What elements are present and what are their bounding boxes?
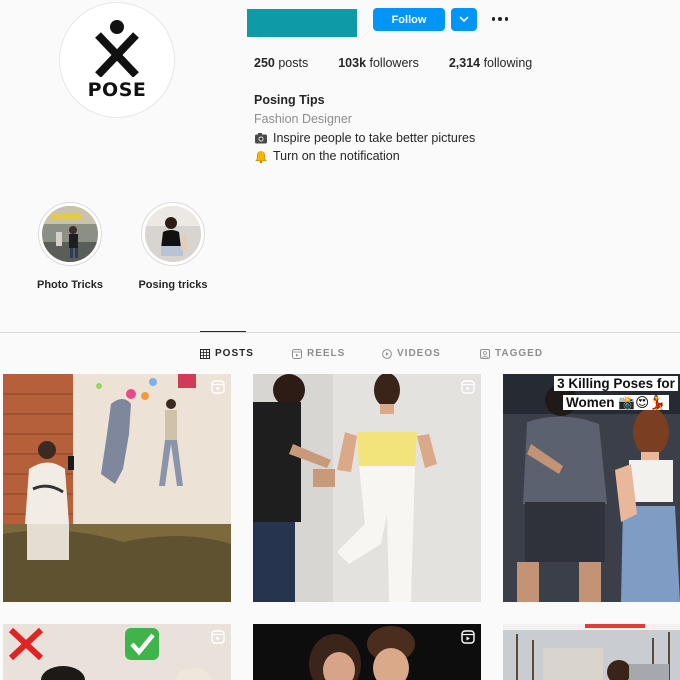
following-count-value: 2,314 — [448, 56, 481, 70]
avatar-logo-text: POSE — [87, 79, 147, 101]
post-image — [503, 624, 680, 680]
posts-count-label: posts — [274, 56, 309, 70]
highlight-label: Photo Tricks — [36, 279, 104, 291]
tab-label: POSTS — [215, 348, 254, 359]
grid-icon — [200, 348, 210, 359]
tab-label: VIDEOS — [397, 348, 441, 359]
profile-stats: 250 posts 103k followers 2,314 following — [254, 56, 562, 70]
post-image — [253, 624, 481, 680]
post-tile[interactable] — [3, 624, 231, 680]
more-options-button[interactable] — [488, 9, 512, 29]
bio-line: Inspire people to take better pictures — [254, 129, 475, 148]
post-tile[interactable] — [253, 624, 481, 680]
highlight-ring — [141, 202, 205, 266]
suggested-dropdown-button[interactable] — [451, 8, 477, 31]
bio-line-text: Inspire people to take better pictures — [273, 130, 476, 145]
post-image — [3, 624, 231, 680]
post-tile[interactable] — [503, 624, 680, 680]
bio-line: Turn on the notification — [254, 147, 475, 166]
play-icon — [382, 348, 392, 359]
chevron-down-icon — [459, 16, 469, 23]
reel-icon — [211, 380, 225, 394]
tab-tagged[interactable]: TAGGED — [480, 348, 543, 359]
highlight-ring — [38, 202, 102, 266]
highlight-photo-tricks[interactable]: Photo Tricks — [37, 202, 103, 291]
tab-posts[interactable]: POSTS — [200, 348, 254, 359]
bio-line-text: Turn on the notification — [273, 149, 400, 164]
tab-label: TAGGED — [495, 348, 544, 359]
profile-bio: Posing Tips Fashion Designer Inspire peo… — [254, 91, 475, 166]
profile-tabs: POSTS REELS VIDEOS TAGGED — [0, 348, 680, 362]
more-dot — [504, 17, 509, 21]
reel-icon — [211, 630, 225, 644]
tab-videos[interactable]: VIDEOS — [382, 348, 441, 359]
profile-divider — [0, 332, 680, 333]
tag-icon — [480, 348, 490, 359]
following-count[interactable]: 2,314 following — [449, 56, 532, 70]
post-tile[interactable] — [3, 374, 231, 602]
profile-name: Posing Tips — [254, 93, 325, 107]
following-count-label: following — [480, 56, 533, 70]
reel-icon — [461, 630, 475, 644]
followers-count-value: 103k — [338, 56, 367, 70]
post-tile[interactable]: 3 Killing Poses for Women 📸😍💃 — [503, 374, 680, 602]
posts-count-value: 250 — [254, 56, 275, 70]
profile-avatar[interactable]: POSE — [59, 2, 175, 118]
followers-count[interactable]: 103k followers — [338, 56, 419, 70]
pose-logo-icon — [95, 20, 139, 77]
post-image — [3, 374, 231, 602]
bell-icon — [255, 150, 267, 164]
highlight-thumbnail — [145, 206, 201, 262]
follow-button[interactable]: Follow — [373, 8, 445, 31]
highlight-thumbnail — [42, 206, 98, 262]
camera-icon — [255, 132, 267, 144]
post-caption: 3 Killing Poses for Women 📸😍💃 — [551, 374, 680, 412]
more-dot — [491, 17, 496, 21]
tab-label: REELS — [307, 348, 346, 359]
username-redacted — [247, 9, 357, 37]
post-image — [253, 374, 481, 602]
active-tab-indicator — [200, 331, 246, 332]
highlight-label: Posing tricks — [138, 279, 208, 291]
post-caption-line: 3 Killing Poses for — [554, 376, 678, 391]
reel-icon — [461, 380, 475, 394]
tab-reels[interactable]: REELS — [292, 348, 345, 359]
post-tile[interactable] — [253, 374, 481, 602]
reels-icon — [292, 348, 302, 359]
more-dot — [498, 17, 502, 21]
highlight-posing-tricks[interactable]: Posing tricks — [138, 202, 208, 291]
post-caption-line: Women 📸😍💃 — [563, 395, 669, 410]
posts-count: 250 posts — [254, 56, 308, 70]
profile-category[interactable]: Fashion Designer — [254, 110, 475, 129]
followers-count-label: followers — [366, 56, 419, 70]
